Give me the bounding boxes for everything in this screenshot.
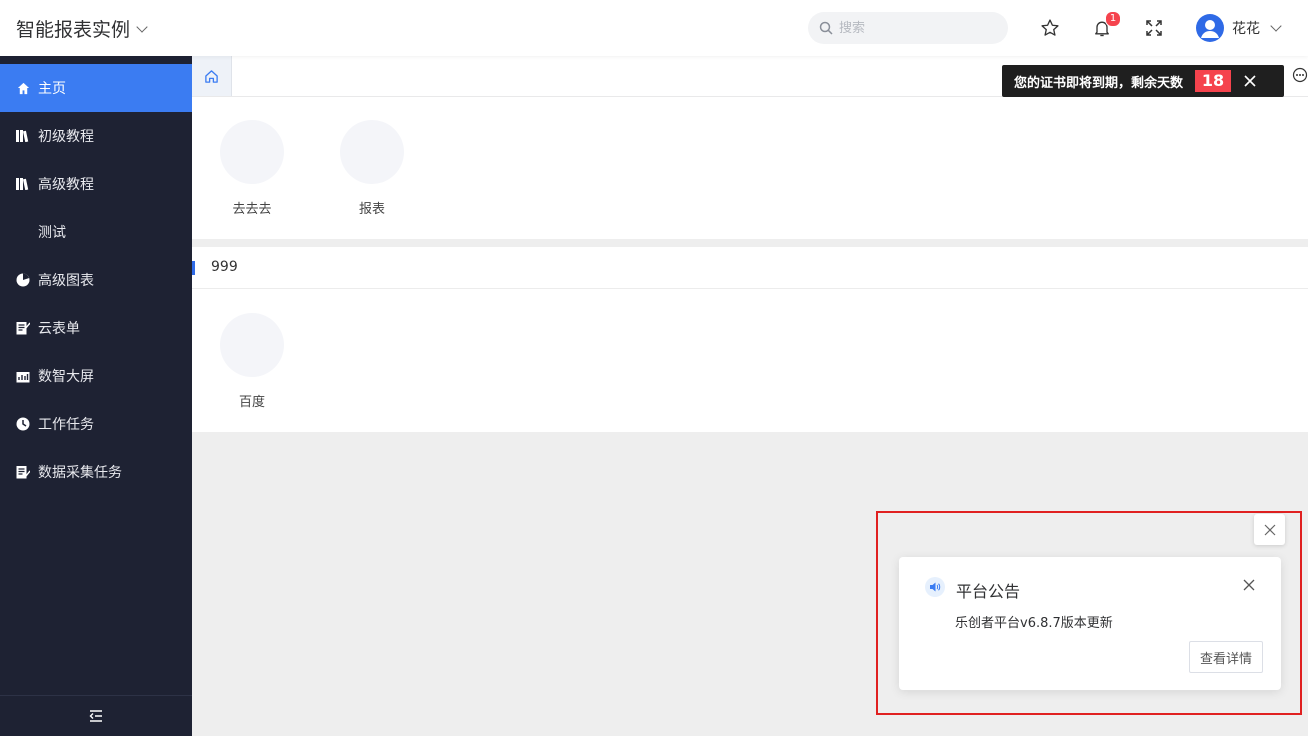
sidebar-item-cloud-form[interactable]: 云表单 [0, 304, 192, 352]
user-icon [1201, 20, 1219, 38]
tab-home[interactable] [192, 56, 232, 96]
user-name: 花花 [1232, 21, 1260, 37]
sidebar-item-basic-tutorial[interactable]: 初级教程 [0, 112, 192, 160]
section-accent-bar [192, 261, 195, 275]
sidebar-item-label: 初级教程 [38, 129, 94, 145]
view-details-button[interactable]: 查看详情 [1189, 641, 1263, 673]
sidebar-item-work-tasks[interactable]: 工作任务 [0, 400, 192, 448]
sidebar-item-advanced-tutorial[interactable]: 高级教程 [0, 160, 192, 208]
app-tile[interactable]: 报表 [327, 120, 417, 220]
section-title: 999 [211, 259, 238, 275]
top-header: 智能报表实例 1 花花 [0, 0, 1308, 56]
fullscreen-icon[interactable] [1142, 16, 1166, 40]
sidebar-item-label: 主页 [38, 81, 66, 97]
certificate-expiry-text: 您的证书即将到期，剩余天数 [1014, 75, 1184, 91]
section-header: 999 [192, 247, 1308, 289]
chevron-down-icon [136, 20, 148, 33]
notice-message: 乐创者平台v6.8.7版本更新 [955, 616, 1113, 631]
app-icon [220, 313, 284, 377]
home-icon [16, 81, 30, 95]
pie-chart-icon [16, 273, 30, 287]
app-tile-label: 百度 [238, 395, 265, 410]
sidebar-item-label: 数智大屏 [38, 369, 94, 385]
sidebar-item-home[interactable]: 主页 [0, 64, 192, 112]
dashboard-icon [16, 369, 30, 383]
books-icon [16, 129, 30, 143]
collapse-sidebar-button[interactable] [0, 695, 192, 736]
collapse-menu-icon [89, 710, 102, 722]
home-icon [205, 69, 218, 83]
app-tile-label: 去去去 [232, 202, 272, 217]
sidebar-item-test[interactable]: 测试 [0, 208, 192, 256]
books-icon [16, 177, 30, 191]
sidebar-item-label: 工作任务 [38, 417, 94, 433]
notification-badge: 1 [1105, 11, 1121, 27]
sidebar-item-label: 数据采集任务 [38, 465, 122, 481]
sidebar-item-label: 云表单 [38, 321, 80, 337]
search-input[interactable] [837, 19, 991, 37]
chevron-down-icon [1270, 20, 1282, 32]
favorites-star-icon[interactable] [1038, 16, 1062, 40]
app-tile[interactable]: 去去去 [207, 120, 297, 220]
edit-doc-icon [16, 465, 30, 479]
user-menu[interactable]: 花花 [1196, 14, 1282, 42]
app-switcher[interactable]: 智能报表实例 [16, 15, 148, 42]
close-icon [1264, 524, 1275, 535]
close-icon[interactable] [1243, 579, 1255, 591]
sidebar-item-smart-dashboard[interactable]: 数智大屏 [0, 352, 192, 400]
avatar [1196, 14, 1224, 42]
search-box[interactable] [808, 12, 1008, 44]
app-icon [220, 120, 284, 184]
close-icon[interactable] [1244, 75, 1256, 87]
clock-icon [16, 417, 30, 431]
more-options-icon[interactable] [1292, 67, 1308, 87]
speaker-icon [925, 577, 945, 597]
app-icon [340, 120, 404, 184]
notice-title: 平台公告 [956, 582, 1021, 601]
search-icon [819, 21, 833, 35]
sidebar-item-advanced-charts[interactable]: 高级图表 [0, 256, 192, 304]
sidebar-item-label: 高级教程 [38, 177, 94, 193]
sidebar-item-data-collection-tasks[interactable]: 数据采集任务 [0, 448, 192, 496]
app-title: 智能报表实例 [16, 19, 131, 41]
remaining-days-badge: 18 [1195, 70, 1232, 92]
sidebar-item-label: 高级图表 [38, 273, 94, 289]
app-tile[interactable]: 百度 [207, 313, 297, 413]
certificate-expiry-toast: 您的证书即将到期，剩余天数 18 [1002, 65, 1284, 97]
app-group-panel: 999 百度 [192, 247, 1308, 432]
platform-notice-card: 平台公告 乐创者平台v6.8.7版本更新 查看详情 [899, 557, 1281, 690]
form-icon [16, 321, 30, 335]
app-tile-label: 报表 [358, 202, 385, 217]
app-shortcuts-panel: 去去去 报表 [192, 97, 1308, 239]
sidebar: 主页 初级教程 高级教程 测试 高级图表 云表单 数智大屏 工作任务 数据采集任… [0, 56, 192, 736]
sidebar-item-label: 测试 [38, 225, 66, 241]
close-all-notices-button[interactable] [1254, 514, 1285, 545]
